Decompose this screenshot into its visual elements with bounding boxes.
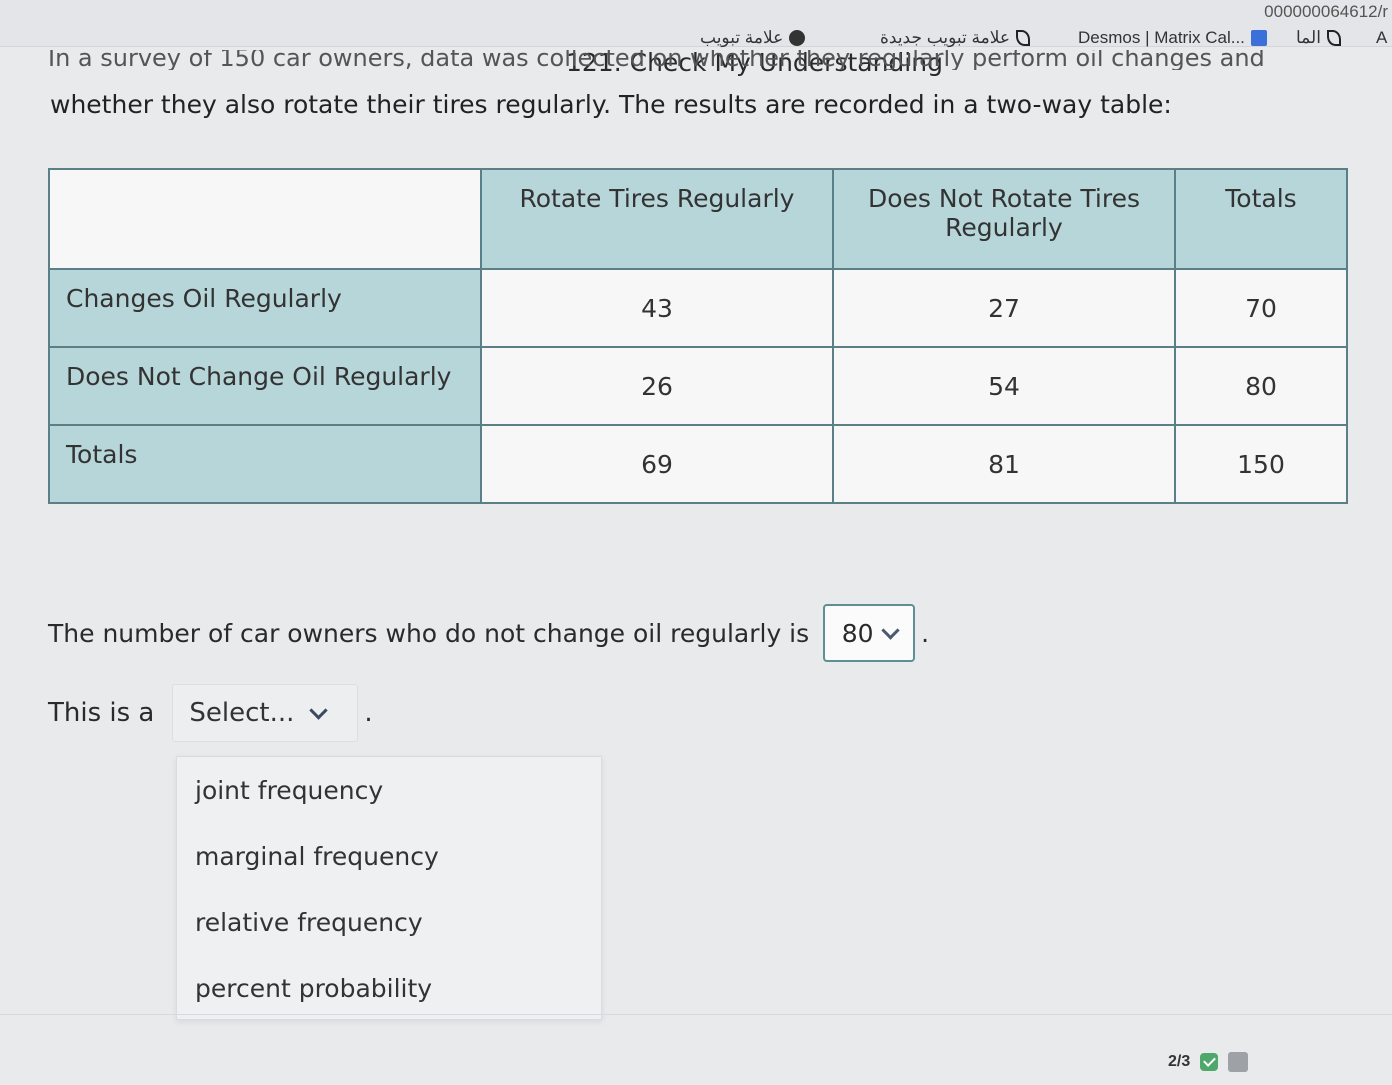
- globe-icon: [789, 30, 806, 46]
- answer-value: 80: [841, 618, 874, 648]
- sentence-frequency-type: This is a Select... .: [48, 684, 373, 742]
- two-way-table: Rotate Tires Regularly Does Not Rotate T…: [48, 168, 1348, 504]
- bookmark-label: A: [1376, 28, 1388, 47]
- sentence-period: .: [921, 618, 930, 648]
- sentence-oil-count: The number of car owners who do not chan…: [48, 604, 929, 662]
- menu-item-joint-frequency[interactable]: joint frequency: [177, 757, 601, 823]
- table-header-row: Rotate Tires Regularly Does Not Rotate T…: [48, 168, 1348, 270]
- table-row: Changes Oil Regularly 43 27 70: [48, 268, 1348, 348]
- pager-label: 2/3: [1168, 1053, 1191, 1070]
- bookmark-desmos[interactable]: Desmos | Matrix Cal...: [1078, 28, 1267, 48]
- table-cell: 70: [1174, 268, 1348, 348]
- row-header-not-change-oil: Does Not Change Oil Regularly: [48, 346, 482, 426]
- column-header-totals: Totals: [1174, 168, 1348, 270]
- menu-item-relative-frequency[interactable]: relative frequency: [177, 889, 601, 955]
- table-cell: 27: [832, 268, 1176, 348]
- table-cell: 26: [480, 346, 834, 426]
- column-header-rotate: Rotate Tires Regularly: [480, 168, 834, 270]
- intro-line-2: whether they also rotate their tires reg…: [50, 90, 1172, 119]
- bookmark-label: Desmos | Matrix Cal...: [1078, 28, 1245, 47]
- footer-divider: [0, 1014, 1392, 1015]
- sentence-period: .: [364, 698, 373, 728]
- answer-dropdown[interactable]: 80: [823, 604, 916, 662]
- sentence-text: The number of car owners who do not chan…: [48, 618, 810, 648]
- menu-item-marginal-frequency[interactable]: marginal frequency: [177, 823, 601, 889]
- pager: 2/3: [1168, 1052, 1249, 1072]
- bookmark-arabic[interactable]: الما: [1296, 28, 1341, 48]
- bookmark-label: الما: [1296, 28, 1321, 47]
- check-icon[interactable]: [1200, 1053, 1219, 1071]
- bookmark-new-tab[interactable]: علامة تبويب جديدة: [880, 28, 1031, 48]
- chevron-down-icon: [309, 700, 329, 720]
- table-row: Totals 69 81 150: [48, 424, 1348, 504]
- column-header-not-rotate: Does Not Rotate Tires Regularly: [832, 168, 1176, 270]
- url-fragment[interactable]: 000000064612/r: [1264, 2, 1388, 22]
- table-cell: 43: [480, 268, 834, 348]
- row-header-changes-oil: Changes Oil Regularly: [48, 268, 482, 348]
- sentence-text: This is a: [48, 698, 155, 728]
- table-cell: 54: [832, 346, 1176, 426]
- intro-line-1: In a survey of 150 car owners, data was …: [48, 50, 1265, 70]
- dropdown-menu: joint frequency marginal frequency relat…: [176, 756, 602, 1020]
- bookmark-tab[interactable]: علامة تبويب: [700, 28, 806, 48]
- bookmark-label: علامة تبويب جديدة: [880, 28, 1011, 47]
- table-cell: 150: [1174, 424, 1348, 504]
- table-row: Does Not Change Oil Regularly 26 54 80: [48, 346, 1348, 426]
- table-corner-cell: [48, 168, 482, 270]
- row-header-totals: Totals: [48, 424, 482, 504]
- desmos-icon: [1250, 30, 1267, 46]
- browser-bar: 000000064612/r علامة تبويب علامة تبويب ج…: [0, 0, 1392, 47]
- table-cell: 80: [1174, 346, 1348, 426]
- chevron-down-icon: [880, 620, 900, 640]
- menu-item-percent-probability[interactable]: percent probability: [177, 955, 601, 1021]
- leaf-icon: [1016, 30, 1031, 46]
- frequency-type-dropdown[interactable]: Select...: [172, 684, 359, 742]
- table-cell: 69: [480, 424, 834, 504]
- table-cell: 81: [832, 424, 1176, 504]
- dropdown-placeholder: Select...: [189, 698, 295, 728]
- page-indicator-icon[interactable]: [1228, 1052, 1249, 1072]
- bookmark-label: علامة تبويب: [700, 28, 784, 47]
- leaf-icon: [1326, 30, 1341, 46]
- bookmark-a[interactable]: A: [1376, 28, 1387, 48]
